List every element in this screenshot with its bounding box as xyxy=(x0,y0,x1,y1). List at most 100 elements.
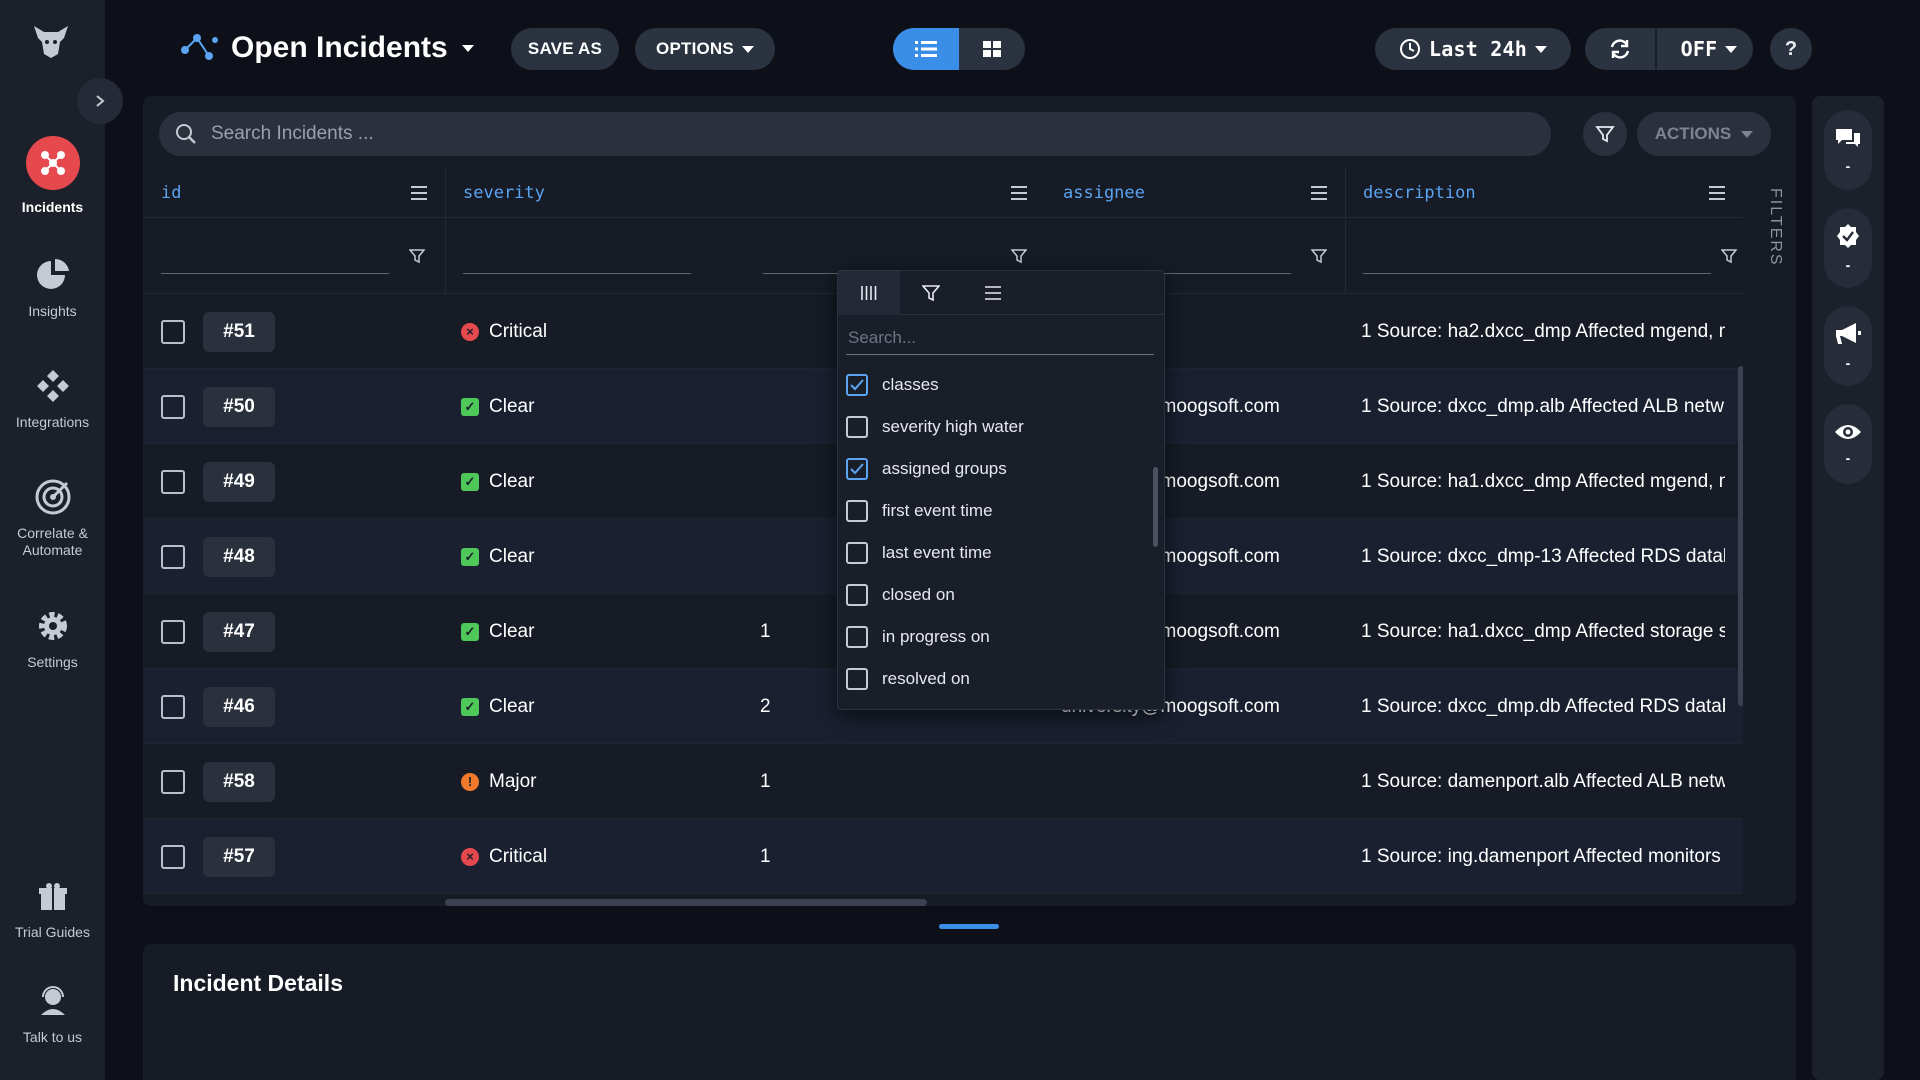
nav-trial-guides[interactable]: Trial Guides xyxy=(0,876,105,941)
right-rail: - - - - xyxy=(1812,96,1884,1080)
clock-icon xyxy=(1400,39,1421,59)
column-option-in-progress-on[interactable]: in progress on xyxy=(846,620,990,654)
column-menu-icon[interactable] xyxy=(1709,186,1725,200)
filters-side-tab[interactable]: FILTERS xyxy=(1766,188,1784,267)
column-option-closed-on[interactable]: closed on xyxy=(846,578,955,612)
filter-id[interactable] xyxy=(143,238,445,274)
checkbox-checked[interactable] xyxy=(846,374,868,396)
tab-columns[interactable] xyxy=(838,271,900,315)
row-checkbox[interactable] xyxy=(161,845,185,869)
column-header-severity[interactable]: severity xyxy=(445,168,745,218)
column-option-first-event-time[interactable]: first event time xyxy=(846,494,993,528)
severity-cell: ✓ Clear xyxy=(461,594,534,669)
announce-count: - xyxy=(1845,355,1851,371)
row-checkbox[interactable] xyxy=(161,470,185,494)
incident-id[interactable]: #47 xyxy=(203,612,275,652)
vertical-scrollbar[interactable] xyxy=(1738,366,1743,706)
horizontal-scrollbar[interactable] xyxy=(445,899,927,906)
row-checkbox[interactable] xyxy=(161,545,185,569)
incident-id[interactable]: #46 xyxy=(203,687,275,727)
count-cell: 2 xyxy=(760,695,771,717)
incidents-title-icon xyxy=(181,34,218,60)
announce-button[interactable]: - xyxy=(1824,306,1872,386)
grid-view-button[interactable] xyxy=(959,28,1025,70)
column-menu-icon[interactable] xyxy=(1011,186,1027,200)
filter-count[interactable] xyxy=(745,238,1045,274)
refresh-button[interactable] xyxy=(1585,28,1657,70)
column-option-label: severity high water xyxy=(882,417,1024,436)
incident-id[interactable]: #48 xyxy=(203,537,275,577)
resolve-button[interactable]: - xyxy=(1824,208,1872,288)
watch-button[interactable]: - xyxy=(1824,404,1872,484)
column-header-count[interactable] xyxy=(745,168,1045,218)
row-checkbox[interactable] xyxy=(161,395,185,419)
checkbox[interactable] xyxy=(846,668,868,690)
nav-correlate-automate[interactable]: Correlate & Automate xyxy=(0,477,105,559)
description-cell: 1 Source: dxcc_dmp.db Affected RDS datab xyxy=(1361,695,1725,717)
filter-icon[interactable] xyxy=(1311,248,1327,264)
nav-incidents[interactable]: Incidents xyxy=(0,135,105,216)
incidents-panel: Search Incidents ... ACTIONS FILTERS id … xyxy=(143,96,1796,906)
severity-label: Major xyxy=(489,770,537,792)
help-button[interactable]: ? xyxy=(1770,28,1812,70)
nav-insights[interactable]: Insights xyxy=(0,255,105,320)
column-option-last-event-time[interactable]: last event time xyxy=(846,536,992,570)
nav-talk-to-us[interactable]: Talk to us xyxy=(0,981,105,1046)
actions-button[interactable]: ACTIONS xyxy=(1637,112,1771,156)
options-button[interactable]: OPTIONS xyxy=(635,28,775,70)
checkbox[interactable] xyxy=(846,626,868,648)
column-menu-icon[interactable] xyxy=(1311,186,1327,200)
filter-icon[interactable] xyxy=(1721,248,1737,264)
filter-description[interactable] xyxy=(1345,238,1743,274)
column-header-id[interactable]: id xyxy=(143,168,445,218)
expand-sidebar-button[interactable] xyxy=(77,78,123,124)
checkbox[interactable] xyxy=(846,416,868,438)
chevron-down-icon xyxy=(1725,45,1738,53)
column-option-severity-high-water[interactable]: severity high water xyxy=(846,410,1024,444)
checkbox-checked[interactable] xyxy=(846,458,868,480)
incident-id[interactable]: #58 xyxy=(203,762,275,802)
moogsoft-logo[interactable] xyxy=(30,20,72,62)
comments-button[interactable]: - xyxy=(1824,110,1872,190)
row-checkbox[interactable] xyxy=(161,770,185,794)
search-incidents-input[interactable]: Search Incidents ... xyxy=(159,112,1551,156)
column-search-input[interactable]: Search... xyxy=(846,321,1154,355)
filter-icon[interactable] xyxy=(409,248,425,264)
incident-id[interactable]: #49 xyxy=(203,462,275,502)
filter-assignee[interactable] xyxy=(1045,238,1345,274)
column-option-classes[interactable]: classes xyxy=(846,368,939,402)
filter-severity[interactable] xyxy=(445,238,745,274)
column-option-resolved-on[interactable]: resolved on xyxy=(846,662,970,696)
incident-id[interactable]: #51 xyxy=(203,312,275,352)
incident-id[interactable]: #57 xyxy=(203,837,275,877)
row-checkbox[interactable] xyxy=(161,620,185,644)
row-checkbox[interactable] xyxy=(161,695,185,719)
row-checkbox[interactable] xyxy=(161,320,185,344)
severity-cell: ✓ Clear xyxy=(461,519,534,594)
checkbox[interactable] xyxy=(846,500,868,522)
column-header-assignee[interactable]: assignee xyxy=(1045,168,1345,218)
column-option-assigned-groups[interactable]: assigned groups xyxy=(846,452,1007,486)
checkbox[interactable] xyxy=(846,584,868,606)
filter-icon[interactable] xyxy=(1011,248,1027,264)
incident-id[interactable]: #50 xyxy=(203,387,275,427)
auto-refresh-dropdown[interactable]: OFF xyxy=(1665,37,1753,61)
list-view-button[interactable] xyxy=(893,28,959,70)
checkbox[interactable] xyxy=(846,542,868,564)
panel-resize-handle[interactable] xyxy=(939,924,999,929)
time-range-selector[interactable]: Last 24h xyxy=(1375,28,1571,70)
column-header-description[interactable]: description xyxy=(1345,168,1743,218)
tab-general[interactable] xyxy=(962,271,1024,315)
table-row[interactable]: #57 × Critical 1 1 Source: ing.damenport … xyxy=(143,819,1743,894)
column-menu-scrollbar[interactable] xyxy=(1153,467,1158,547)
column-menu-icon[interactable] xyxy=(411,186,427,200)
nav-settings[interactable]: Settings xyxy=(0,606,105,671)
filter-button[interactable] xyxy=(1583,112,1627,156)
nav-integrations[interactable]: Integrations xyxy=(0,366,105,431)
grid-icon xyxy=(983,41,1001,57)
page-title-dropdown[interactable]: Open Incidents xyxy=(177,28,474,68)
comments-count: - xyxy=(1845,158,1851,174)
save-as-button[interactable]: SAVE AS xyxy=(511,28,619,70)
table-row[interactable]: #58 ! Major 1 1 Source: damenport.alb Aff… xyxy=(143,744,1743,819)
tab-filter[interactable] xyxy=(900,271,962,315)
